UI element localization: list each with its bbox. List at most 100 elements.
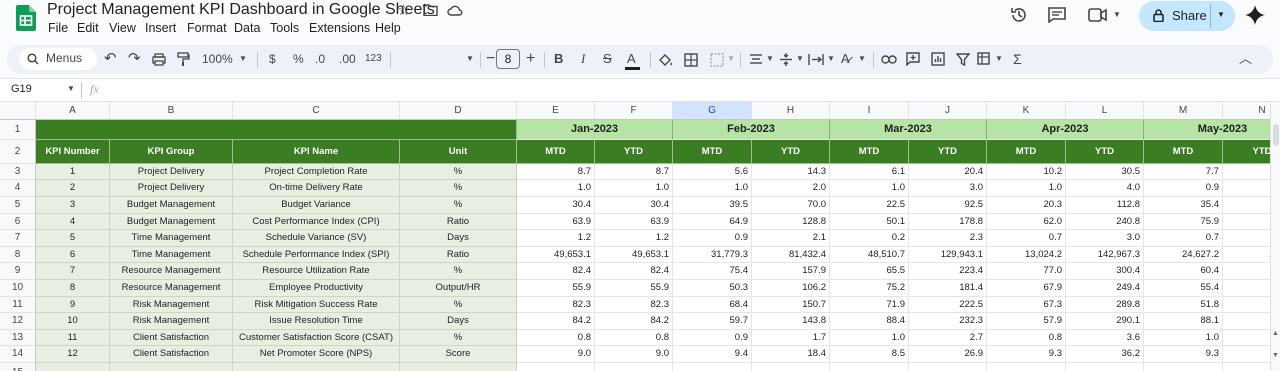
ytd-value-cell[interactable]: 316.7 [1223,214,1270,230]
select-all-corner[interactable] [0,102,36,120]
empty-cell[interactable] [1066,363,1144,371]
more-formats-button[interactable]: 123 [365,50,382,68]
ytd-value-cell[interactable]: 38.2 [1223,164,1270,180]
column-header-a[interactable]: A [36,102,110,120]
mtd-heading[interactable]: MTD [673,140,752,164]
row-header-3[interactable]: 3 [0,164,36,180]
text-rotation-icon[interactable]: A̷ [841,50,850,68]
version-history-icon[interactable] [1010,6,1028,24]
mtd-value-cell[interactable]: 31,779.3 [673,247,752,263]
mtd-value-cell[interactable]: 1.2 [517,230,595,247]
mtd-value-cell[interactable]: 0.9 [1144,180,1223,197]
redo-icon[interactable]: ↷ [128,50,141,68]
mtd-value-cell[interactable]: 60.4 [1144,263,1223,280]
sheets-logo-icon[interactable] [16,5,36,31]
row-header-9[interactable]: 9 [0,263,36,280]
row-header-13[interactable]: 13 [0,330,36,346]
kpi-group-cell[interactable]: Resource Management [110,280,233,297]
row-header-12[interactable]: 12 [0,313,36,330]
row-header-15[interactable]: 15 [0,363,36,371]
row-header-8[interactable]: 8 [0,247,36,263]
empty-cell[interactable] [987,363,1066,371]
ytd-value-cell[interactable]: 82.4 [595,263,673,280]
column-heading-kpi-number[interactable]: KPI Number [36,140,110,164]
scroll-thumb[interactable] [1273,124,1279,146]
row-header-1[interactable]: 1 [0,120,36,140]
mtd-value-cell[interactable]: 1.0 [830,330,909,346]
text-wrapping-icon[interactable] [808,53,824,66]
column-header-c[interactable]: C [233,102,400,120]
empty-cell[interactable] [830,363,909,371]
name-box-dropdown-icon[interactable]: ▼ [67,84,75,93]
ytd-value-cell[interactable]: 304.7 [1223,280,1270,297]
zoom-dropdown-icon[interactable]: ▼ [239,50,247,68]
menu-extensions[interactable]: Extensions [309,21,370,35]
row-header-14[interactable]: 14 [0,346,36,363]
unit-cell[interactable]: % [400,164,517,180]
fill-color-icon[interactable] [658,53,674,67]
mtd-value-cell[interactable]: 51.8 [1144,297,1223,313]
mtd-value-cell[interactable]: 75.4 [673,263,752,280]
kpi-name-cell[interactable]: Net Promoter Score (NPS) [233,346,400,363]
mtd-value-cell[interactable]: 49,653.1 [517,247,595,263]
functions-button[interactable]: Σ [1013,50,1022,68]
kpi-number-cell[interactable]: 3 [36,197,110,214]
currency-format-button[interactable]: $ [269,50,276,68]
mtd-value-cell[interactable]: 6.1 [830,164,909,180]
row-header-6[interactable]: 6 [0,214,36,230]
menu-view[interactable]: View [109,21,136,35]
menu-data[interactable]: Data [234,21,260,35]
mtd-value-cell[interactable]: 24,627.2 [1144,247,1223,263]
increase-decimal-button[interactable]: .00 [339,50,356,68]
mtd-value-cell[interactable]: 0.9 [673,230,752,247]
ytd-value-cell[interactable]: 360.8 [1223,263,1270,280]
filter-icon[interactable] [956,53,970,66]
kpi-number-cell[interactable]: 7 [36,263,110,280]
month-header[interactable]: Apr-2023 [987,120,1144,140]
align-dropdown-icon[interactable]: ▼ [766,50,774,68]
kpi-number-cell[interactable]: 9 [36,297,110,313]
kpi-group-cell[interactable]: Project Delivery [110,164,233,180]
mtd-value-cell[interactable]: 0.9 [673,330,752,346]
column-header-k[interactable]: K [987,102,1066,120]
kpi-group-cell[interactable]: Project Delivery [110,180,233,197]
kpi-group-cell[interactable]: Client Satisfaction [110,346,233,363]
ytd-value-cell[interactable]: 55.9 [595,280,673,297]
ytd-value-cell[interactable]: 167,59 [1223,247,1270,263]
document-title[interactable]: Project Management KPI Dashboard in Goog… [47,1,435,19]
ytd-heading[interactable]: YTD [1066,140,1144,164]
ytd-value-cell[interactable]: 128.8 [752,214,830,230]
ytd-heading[interactable]: YTD [909,140,987,164]
mtd-value-cell[interactable]: 48,510.7 [830,247,909,263]
comments-icon[interactable] [1048,7,1066,23]
mtd-value-cell[interactable]: 82.4 [517,263,595,280]
filter-views-icon[interactable] [977,52,992,66]
ytd-value-cell[interactable]: 223.4 [909,263,987,280]
menu-file[interactable]: File [48,21,68,35]
font-select[interactable] [400,49,462,69]
mtd-value-cell[interactable]: 71.9 [830,297,909,313]
kpi-group-cell[interactable]: Client Satisfaction [110,330,233,346]
mtd-value-cell[interactable]: 1.0 [987,180,1066,197]
unit-cell[interactable]: % [400,297,517,313]
ytd-value-cell[interactable]: 222.5 [909,297,987,313]
unit-cell[interactable]: Ratio [400,214,517,230]
kpi-number-cell[interactable]: 5 [36,230,110,247]
percent-format-button[interactable]: % [293,50,304,68]
ytd-value-cell[interactable]: 2.0 [752,180,830,197]
ytd-value-cell[interactable]: 30.5 [1066,164,1144,180]
mtd-value-cell[interactable]: 9.4 [673,346,752,363]
ytd-value-cell[interactable]: 129,943.1 [909,247,987,263]
ytd-value-cell[interactable]: 3.0 [909,180,987,197]
ytd-value-cell[interactable]: 106.2 [752,280,830,297]
insert-comment-icon[interactable] [906,52,920,66]
mtd-value-cell[interactable]: 1.0 [830,180,909,197]
kpi-name-cell[interactable]: Project Completion Rate [233,164,400,180]
kpi-number-cell[interactable]: 8 [36,280,110,297]
print-icon[interactable] [152,53,166,66]
mtd-heading[interactable]: MTD [517,140,595,164]
decrease-font-size-button[interactable]: − [486,50,495,68]
vertical-scrollbar[interactable]: ▲ ▼ [1270,102,1280,371]
ytd-value-cell[interactable]: 341.6 [1223,297,1270,313]
ytd-value-cell[interactable]: 150.7 [752,297,830,313]
